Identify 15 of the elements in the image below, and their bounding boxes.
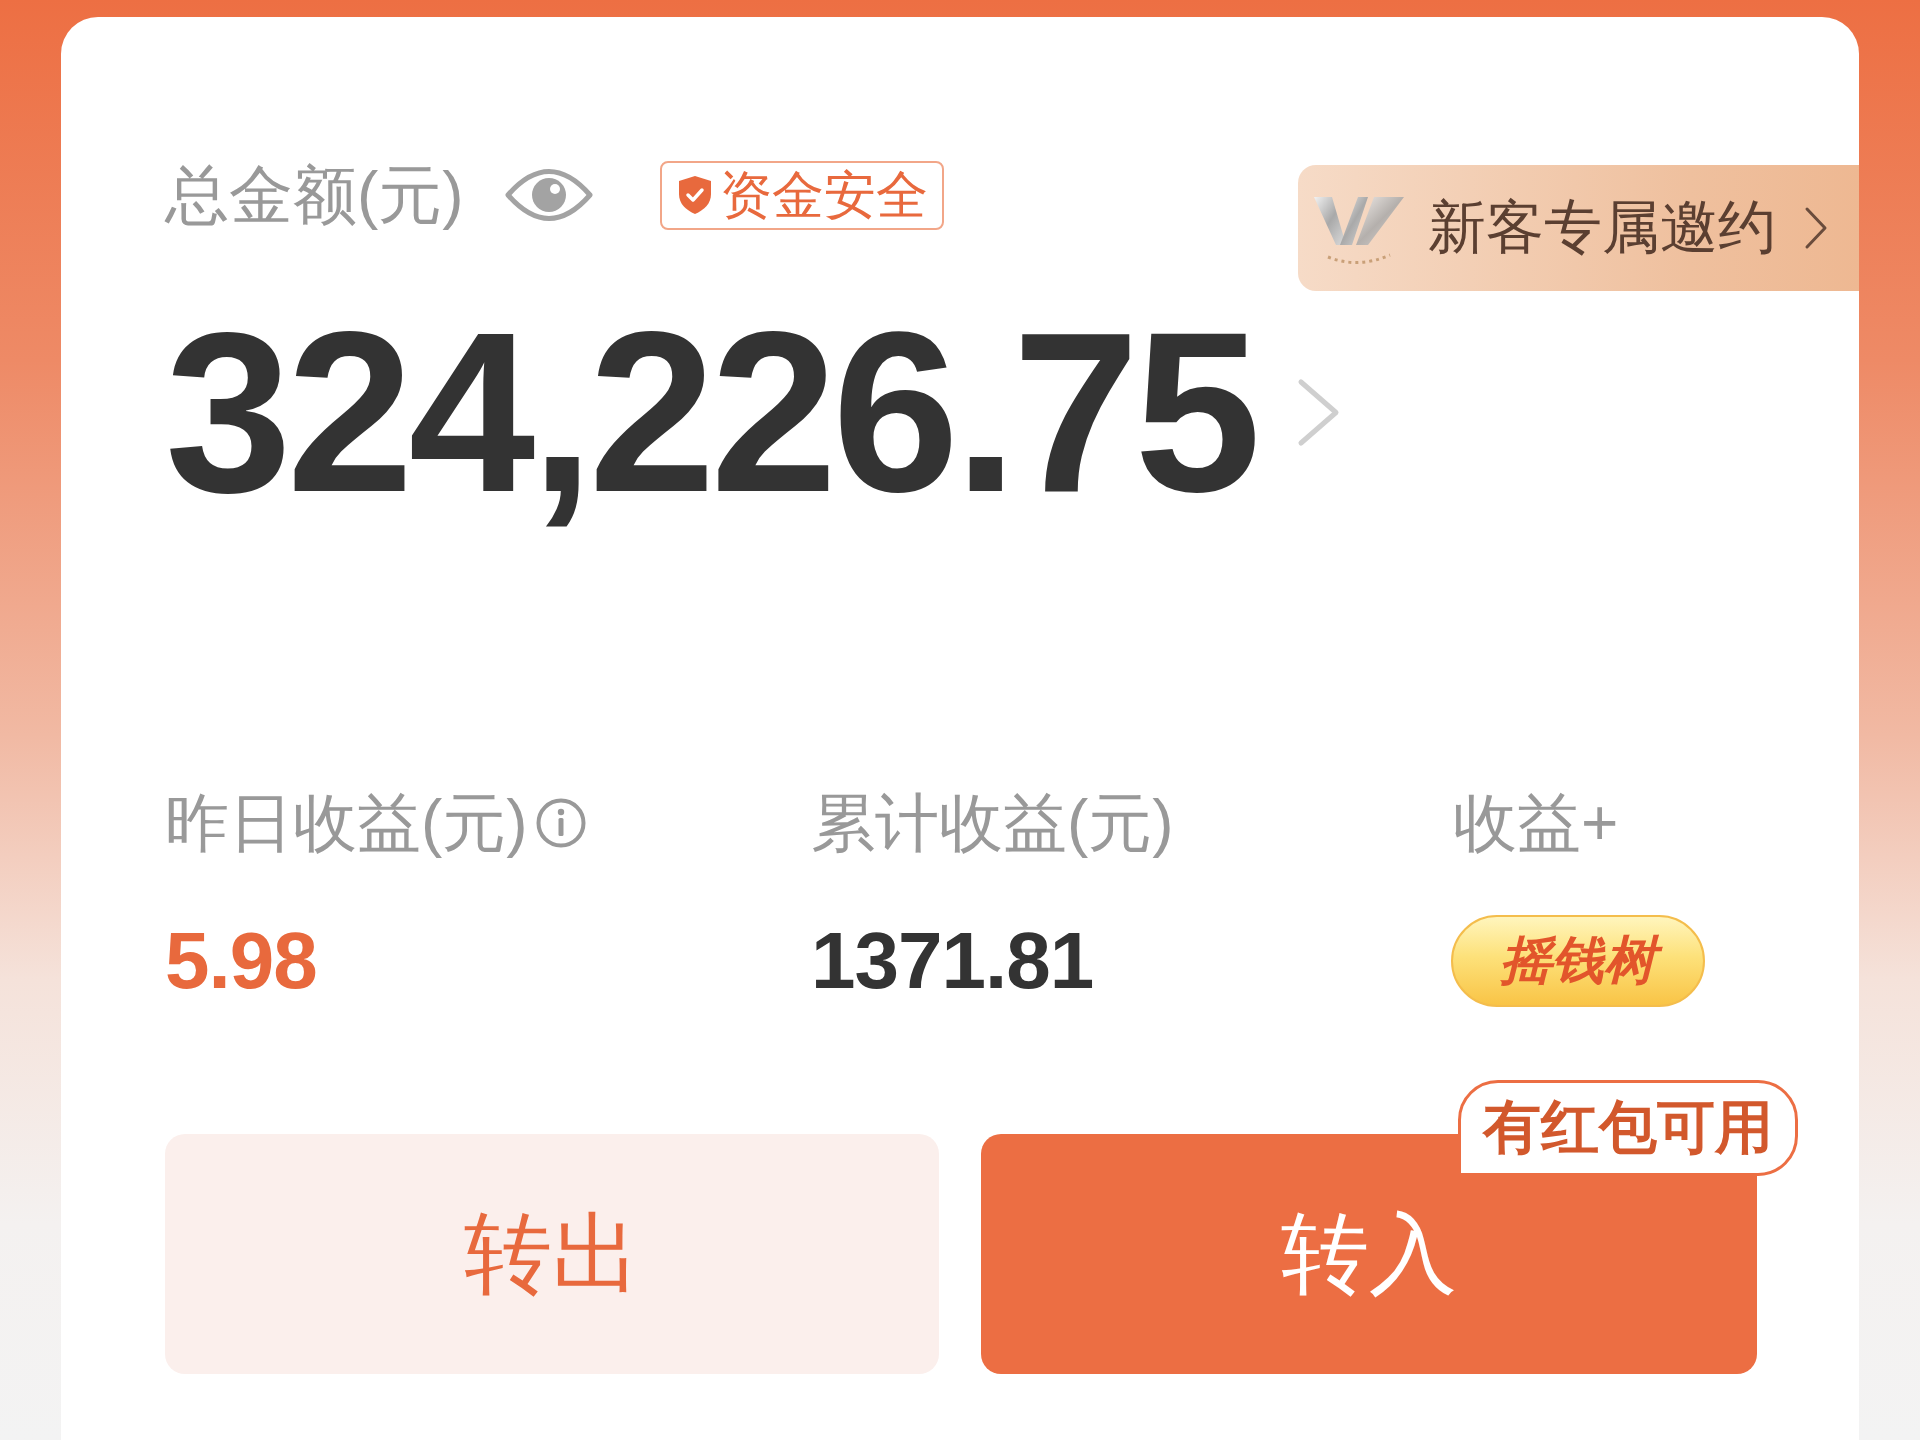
yesterday-earnings-value: 5.98 <box>165 915 317 1007</box>
total-amount: 324,226.75 <box>165 298 1257 526</box>
money-tree-button[interactable]: 摇钱树 <box>1451 915 1705 1007</box>
transfer-out-button[interactable]: 转出 <box>165 1134 939 1374</box>
info-icon[interactable] <box>535 798 586 848</box>
total-earnings-value: 1371.81 <box>811 915 1094 1007</box>
coupon-tag: 有红包可用 <box>1458 1080 1798 1176</box>
stat-label: 收益+ <box>1453 786 1619 861</box>
stat-label: 昨日收益(元) <box>165 786 528 861</box>
total-amount-label: 总金额(元) <box>165 160 464 230</box>
invite-banner[interactable]: 新客专属邀约 <box>1298 165 1859 291</box>
chevron-right-icon[interactable] <box>1804 206 1828 250</box>
shield-check-icon <box>677 175 712 215</box>
stat-label: 累计收益(元) <box>811 786 1174 861</box>
fund-safety-text: 资金安全 <box>719 165 928 225</box>
